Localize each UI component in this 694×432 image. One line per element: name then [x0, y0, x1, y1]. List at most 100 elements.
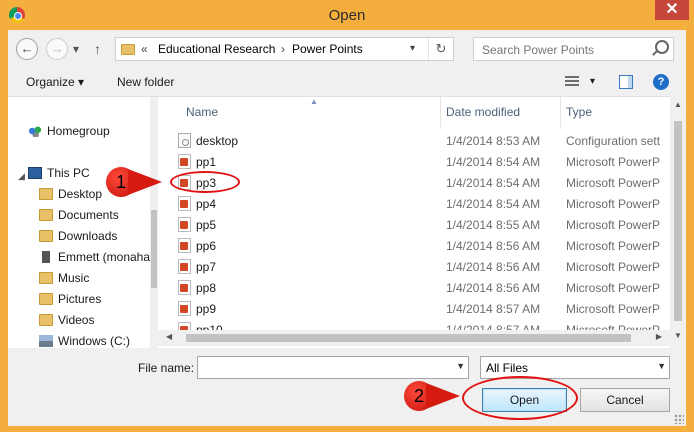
file-row[interactable]: pp5 1/4/2014 8:55 AM Microsoft PowerP: [158, 215, 678, 236]
powerpoint-file-icon: [178, 259, 191, 274]
nav-videos[interactable]: Videos: [39, 313, 94, 331]
address-row: ← → ▾ ↑ « Educational Research › Power P…: [8, 30, 686, 68]
file-row[interactable]: pp9 1/4/2014 8:57 AM Microsoft PowerP: [158, 299, 678, 320]
address-bar[interactable]: « Educational Research › Power Points ▾ …: [115, 37, 454, 61]
view-options-dropdown[interactable]: ▾: [590, 76, 595, 87]
organize-button[interactable]: Organize ▾: [26, 75, 84, 89]
column-header-type[interactable]: Type: [566, 105, 592, 119]
breadcrumb-educational-research[interactable]: Educational Research: [158, 42, 275, 56]
scroll-right-arrow-icon[interactable]: ▶: [656, 332, 662, 341]
file-date: 1/4/2014 8:57 AM: [446, 302, 541, 316]
close-button[interactable]: ✕: [655, 0, 689, 20]
nav-this-pc-label: This PC: [47, 166, 90, 180]
refresh-button[interactable]: ↻: [428, 38, 453, 60]
sort-ascending-icon: ▲: [310, 97, 318, 106]
nav-scrollbar[interactable]: [150, 97, 158, 349]
resize-grip-icon[interactable]: [674, 414, 684, 424]
new-folder-button[interactable]: New folder: [117, 75, 174, 89]
nav-downloads-label: Downloads: [58, 229, 118, 243]
highlight-ring-open: [462, 376, 578, 420]
expand-chevron-icon[interactable]: ◢: [18, 171, 25, 182]
search-input[interactable]: [480, 39, 654, 61]
powerpoint-file-icon: [178, 196, 191, 211]
nav-downloads[interactable]: Downloads: [39, 229, 117, 247]
file-row[interactable]: pp8 1/4/2014 8:56 AM Microsoft PowerP: [158, 278, 678, 299]
nav-documents[interactable]: Documents: [39, 208, 119, 226]
dialog-footer: File name: ▼ All Files ▼ Open Cancel: [8, 348, 686, 426]
breadcrumb-overflow[interactable]: «: [141, 42, 148, 56]
highlight-ring-pp3: [170, 171, 240, 193]
nav-desktop-label: Desktop: [58, 187, 103, 201]
breadcrumb-separator[interactable]: ›: [281, 42, 285, 56]
scroll-left-arrow-icon[interactable]: ◀: [166, 332, 172, 341]
breadcrumb-power-points[interactable]: Power Points: [292, 42, 363, 56]
powerpoint-file-icon: [178, 238, 191, 253]
file-row[interactable]: desktop 1/4/2014 8:53 AM Configuration s…: [158, 131, 678, 152]
nav-pictures-label: Pictures: [58, 292, 102, 306]
scroll-up-arrow-icon[interactable]: ▲: [674, 100, 682, 109]
documents-folder-icon: [39, 209, 53, 221]
command-bar: Organize ▾ New folder ▾ ?: [8, 68, 686, 96]
step-1-arrow-icon: [128, 169, 162, 195]
nav-music[interactable]: Music: [39, 271, 89, 289]
file-date: 1/4/2014 8:56 AM: [446, 260, 541, 274]
nav-documents-label: Documents: [58, 208, 119, 222]
file-row[interactable]: pp7 1/4/2014 8:56 AM Microsoft PowerP: [158, 257, 678, 278]
cancel-button[interactable]: Cancel: [580, 388, 670, 412]
nav-scrollbar-thumb[interactable]: [151, 210, 157, 288]
chevron-down-icon[interactable]: ▼: [456, 361, 465, 371]
nav-emmett-label: Emmett (monaha: [58, 250, 150, 264]
file-name: pp7: [196, 260, 217, 274]
nav-pictures[interactable]: Pictures: [39, 292, 101, 310]
nav-emmett-drive[interactable]: Emmett (monaha: [39, 250, 150, 268]
videos-folder-icon: [39, 314, 53, 326]
downloads-folder-icon: [39, 230, 53, 242]
file-name: pp8: [196, 281, 217, 295]
config-file-icon: [178, 133, 191, 148]
chevron-down-icon[interactable]: ▼: [657, 361, 666, 371]
drive-icon: [39, 335, 53, 347]
help-icon[interactable]: ?: [653, 74, 669, 90]
file-name-input[interactable]: [201, 358, 455, 379]
recent-locations-button[interactable]: ▾: [73, 38, 79, 60]
nav-desktop[interactable]: Desktop: [39, 187, 102, 205]
vertical-scrollbar-thumb[interactable]: [674, 121, 682, 321]
file-name: pp6: [196, 239, 217, 253]
file-name-combobox[interactable]: ▼: [197, 356, 469, 379]
powerpoint-file-icon: [178, 301, 191, 316]
file-type: Microsoft PowerP: [566, 260, 661, 274]
column-header-name[interactable]: Name: [186, 105, 218, 119]
dialog-body: ← → ▾ ↑ « Educational Research › Power P…: [8, 30, 686, 426]
nav-homegroup[interactable]: Homegroup: [28, 124, 110, 142]
search-box[interactable]: [473, 37, 674, 61]
file-date: 1/4/2014 8:53 AM: [446, 134, 541, 148]
file-type: Microsoft PowerP: [566, 281, 661, 295]
back-button[interactable]: ←: [16, 38, 38, 60]
open-dialog: Open ✕ ← → ▾ ↑ « Educational Research › …: [0, 0, 694, 432]
up-button[interactable]: ↑: [94, 38, 101, 60]
nav-this-pc[interactable]: This PC: [28, 166, 90, 184]
scroll-down-arrow-icon[interactable]: ▼: [674, 331, 682, 340]
forward-button[interactable]: →: [46, 38, 68, 60]
column-divider[interactable]: [440, 97, 441, 129]
nav-windows-c-label: Windows (C:): [58, 334, 131, 348]
file-date: 1/4/2014 8:54 AM: [446, 197, 541, 211]
horizontal-scrollbar-thumb[interactable]: [186, 334, 631, 342]
file-type: Microsoft PowerP: [566, 176, 661, 190]
file-name: pp1: [196, 155, 217, 169]
column-header-date[interactable]: Date modified: [446, 105, 520, 119]
file-row[interactable]: pp4 1/4/2014 8:54 AM Microsoft PowerP: [158, 194, 678, 215]
change-view-icon[interactable]: [565, 76, 579, 88]
file-list-horizontal-scrollbar[interactable]: ◀ ▶: [158, 330, 670, 346]
file-type: Microsoft PowerP: [566, 239, 661, 253]
file-list-vertical-scrollbar[interactable]: ▲ ▼: [670, 96, 686, 348]
column-divider[interactable]: [560, 97, 561, 129]
file-row[interactable]: pp6 1/4/2014 8:56 AM Microsoft PowerP: [158, 236, 678, 257]
homegroup-icon: [28, 125, 42, 137]
file-row[interactable]: pp1 1/4/2014 8:54 AM Microsoft PowerP: [158, 152, 678, 173]
preview-pane-icon[interactable]: [619, 75, 633, 89]
address-dropdown-button[interactable]: ▾: [410, 43, 415, 54]
file-date: 1/4/2014 8:54 AM: [446, 155, 541, 169]
nav-homegroup-label: Homegroup: [47, 124, 110, 138]
file-name: pp5: [196, 218, 217, 232]
